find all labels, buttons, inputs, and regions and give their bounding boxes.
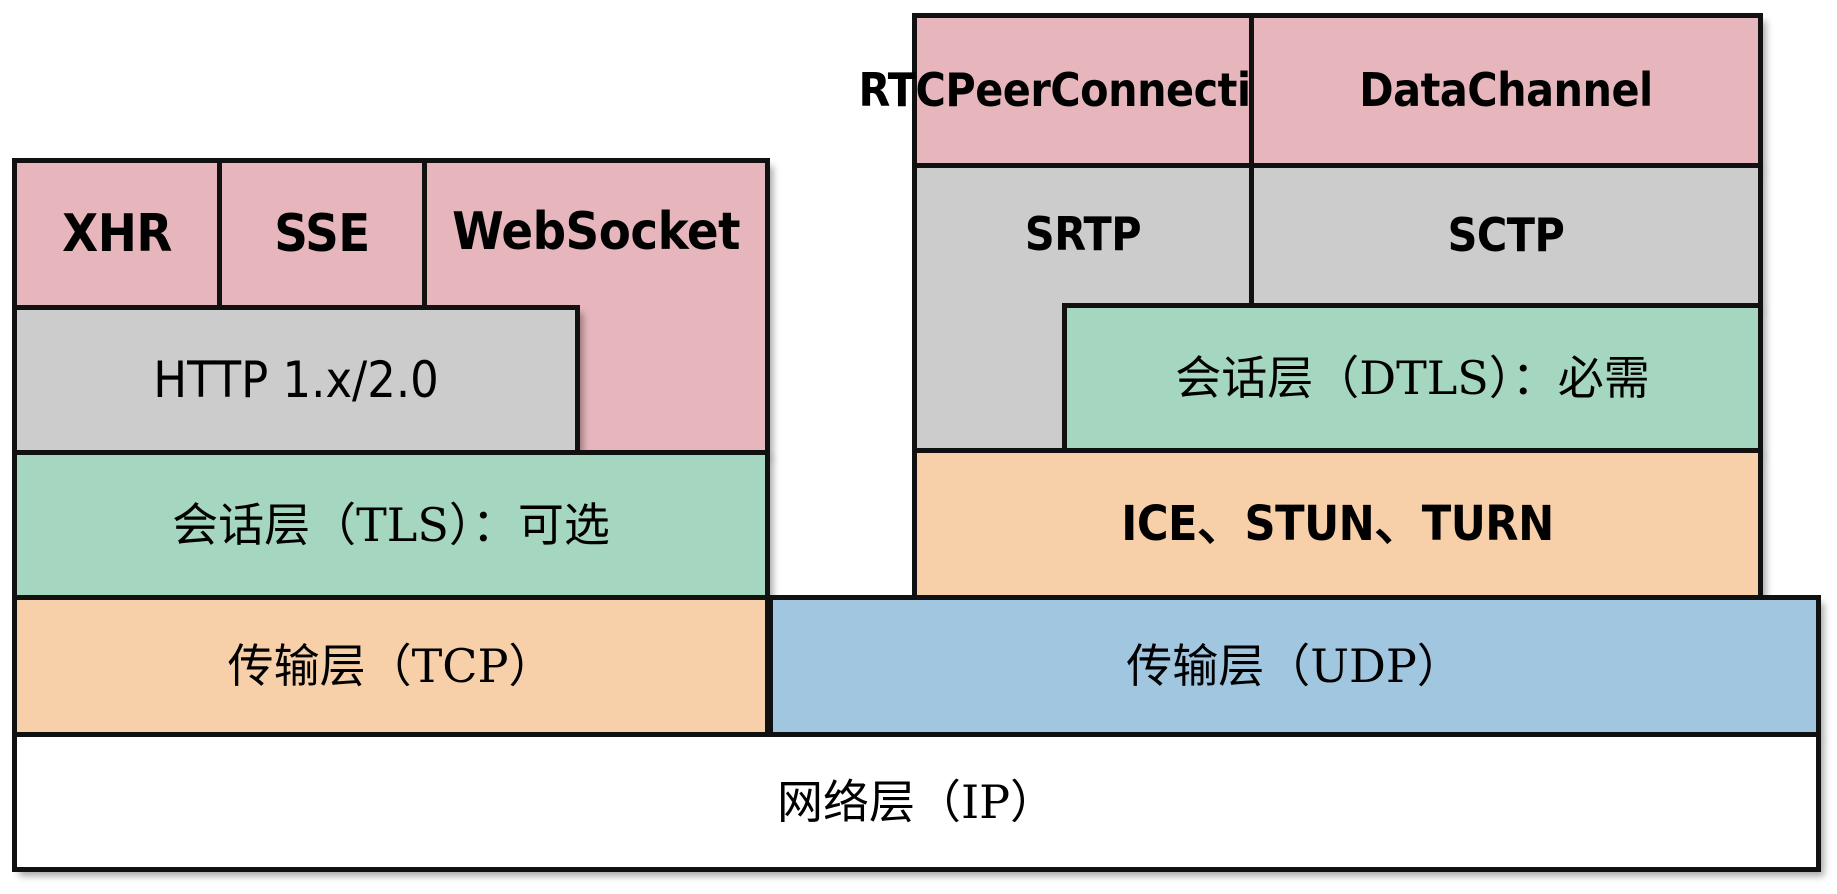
box-rtcpeerconnection-label: RTCPeerConnection [858,63,1309,118]
box-http-label: HTTP 1.x/2.0 [153,350,439,409]
box-transport-tcp-label: 传输层（TCP） [227,638,555,693]
box-sse-label: SSE [274,203,370,264]
box-session-tls-label: 会话层（TLS）：可选 [172,497,610,552]
box-sse: SSE [217,158,427,310]
box-session-dtls: 会话层（DTLS）：必需 [1062,303,1763,453]
box-transport-udp-label: 传输层（UDP） [1126,638,1463,693]
box-rtcpeerconnection: RTCPeerConnection [859,13,1308,168]
box-sctp-label: SCTP [1447,208,1565,263]
box-transport-udp: 传输层（UDP） [768,595,1821,737]
box-websocket-label: WebSocket [452,202,740,262]
box-session-dtls-label: 会话层（DTLS）：必需 [1175,350,1650,405]
box-http: HTTP 1.x/2.0 [12,305,580,455]
box-datachannel-label: DataChannel [1359,63,1653,118]
box-network-ip-label: 网络层（IP） [776,774,1057,829]
box-ice-stun-turn: ICE、STUN、TURN [912,448,1763,600]
box-sctp: SCTP [1249,163,1763,308]
box-datachannel: DataChannel [1249,13,1763,168]
box-session-tls: 会话层（TLS）：可选 [12,450,770,600]
box-srtp-label: SRTP [1024,207,1142,261]
protocol-stack-diagram: XHR SSE WebSocket HTTP 1.x/2.0 会话层（TLS）：… [0,0,1837,894]
box-xhr: XHR [12,158,222,310]
box-xhr-label: XHR [62,203,172,264]
box-ice-stun-turn-label: ICE、STUN、TURN [1121,495,1554,552]
box-network-ip: 网络层（IP） [12,732,1821,872]
box-transport-tcp: 传输层（TCP） [12,595,770,737]
